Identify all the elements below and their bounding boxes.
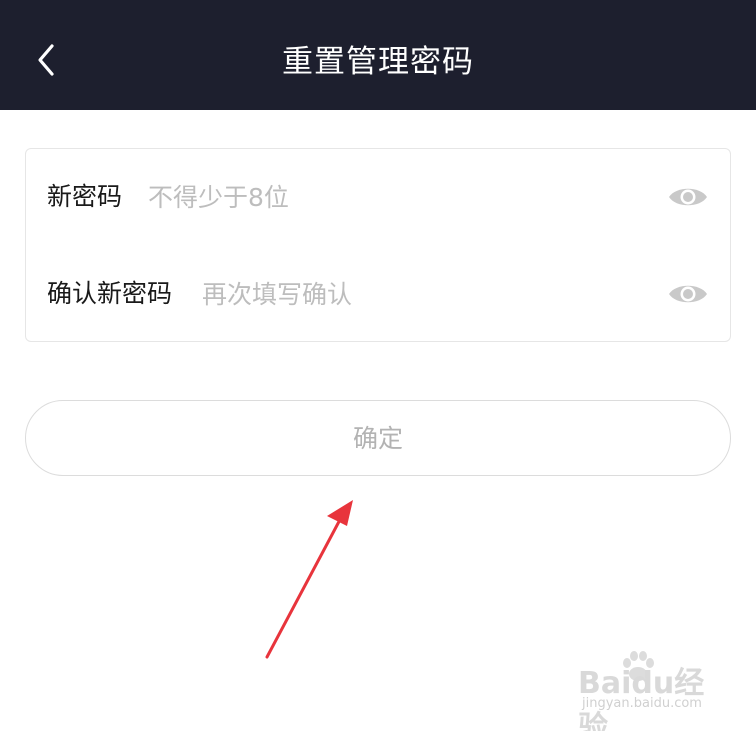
annotation-arrow-icon	[265, 500, 353, 659]
password-form: 新密码 确认新密码	[25, 148, 731, 342]
confirm-password-input[interactable]	[202, 276, 642, 312]
watermark-brand: Baidu经验	[578, 666, 705, 731]
eye-icon[interactable]	[667, 183, 709, 211]
watermark: Baidu经验 jingyan.baidu.com	[578, 648, 728, 731]
confirm-button[interactable]: 确定	[25, 400, 731, 476]
confirm-password-label: 确认新密码	[47, 279, 173, 308]
new-password-label: 新密码	[47, 182, 123, 211]
top-navigation-bar: 重置管理密码	[0, 0, 756, 110]
new-password-input[interactable]	[148, 179, 588, 215]
watermark-url: jingyan.baidu.com	[582, 696, 702, 711]
page-title: 重置管理密码	[282, 44, 474, 80]
confirm-password-row: 确认新密码	[26, 246, 730, 342]
eye-icon[interactable]	[667, 280, 709, 308]
paw-icon	[623, 651, 654, 681]
new-password-row: 新密码	[26, 149, 730, 245]
